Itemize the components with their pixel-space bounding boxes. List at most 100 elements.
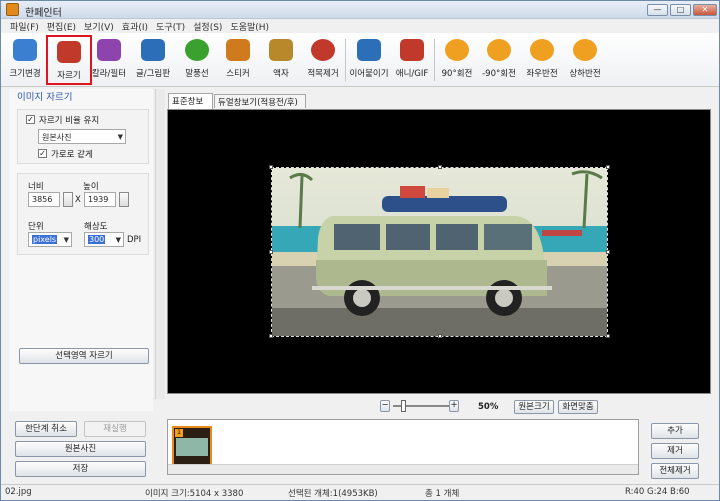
gif-icon xyxy=(400,39,424,61)
speech-bubble-icon xyxy=(185,39,209,61)
height-input[interactable]: 1939 xyxy=(84,192,116,207)
color-filter-icon xyxy=(97,39,121,61)
crop-handle[interactable] xyxy=(438,165,442,169)
photo-canvas[interactable] xyxy=(271,167,608,337)
crop-handle[interactable] xyxy=(606,165,610,169)
tool-red-eye[interactable]: 적목제거 xyxy=(303,35,343,85)
zoom-slider-thumb[interactable] xyxy=(401,400,406,412)
red-eye-icon xyxy=(311,39,335,61)
crop-icon xyxy=(57,41,81,63)
rotate-ccw-icon xyxy=(487,39,511,61)
tool-resize[interactable]: 크기변경 xyxy=(5,35,45,85)
tool-color-filter[interactable]: 칼라/필터 xyxy=(89,35,129,85)
chevron-down-icon: ▼ xyxy=(117,133,123,141)
join-icon xyxy=(357,39,381,61)
height-spinner[interactable] xyxy=(119,192,129,207)
tool-flip-horizontal[interactable]: 좌우반전 xyxy=(521,35,563,85)
toolbar-separator xyxy=(434,39,435,81)
maximize-button[interactable]: □ xyxy=(670,4,691,16)
tool-rotate-ccw[interactable]: -90°회전 xyxy=(479,35,519,85)
image-viewer[interactable] xyxy=(167,109,711,394)
tool-flip-vertical[interactable]: 상하반전 xyxy=(564,35,606,85)
thumbnail-image xyxy=(176,438,208,456)
status-total: 총 1 개체 xyxy=(425,489,460,499)
tool-frame[interactable]: 액자 xyxy=(261,35,301,85)
tool-rotate-cw[interactable]: 90°회전 xyxy=(437,35,477,85)
tool-sticker[interactable]: 스티커 xyxy=(218,35,258,85)
tab-dual-view[interactable]: 듀얼창보기(적용전/후) xyxy=(214,94,306,108)
ratio-select-value: 원본사진 xyxy=(42,133,72,142)
crop-handle[interactable] xyxy=(269,165,273,169)
ratio-select[interactable]: 원본사진 ▼ xyxy=(38,129,126,144)
zoom-level: 50% xyxy=(478,402,499,412)
save-button[interactable]: 저장 xyxy=(15,461,146,477)
tool-join[interactable]: 이어붙이기 xyxy=(347,35,391,85)
status-image-size: 이미지 크기:5104 x 3380 xyxy=(145,489,244,499)
tool-text-draw[interactable]: 글/그림판 xyxy=(132,35,174,85)
van-photo xyxy=(272,168,607,336)
minimize-button[interactable]: — xyxy=(647,4,668,16)
rotate-cw-icon xyxy=(445,39,469,61)
crop-handle[interactable] xyxy=(606,334,610,338)
remove-button[interactable]: 제거 xyxy=(651,443,699,459)
zoom-out-button[interactable]: − xyxy=(380,400,390,412)
undo-button[interactable]: 한단계 취소 xyxy=(15,421,77,437)
zoom-in-button[interactable]: + xyxy=(449,400,459,412)
close-button[interactable]: ✕ xyxy=(693,4,717,16)
menu-help[interactable]: 도움말(H) xyxy=(226,19,273,33)
chevron-down-icon: ▼ xyxy=(115,236,121,244)
size-group: 너비 높이 3856 X 1939 단위 해상도 pixels ▼ 300 ▼ … xyxy=(17,173,149,255)
tool-crop[interactable]: 자르기 xyxy=(46,35,92,85)
panel-title: 이미지 자르기 xyxy=(17,92,73,103)
width-spinner[interactable] xyxy=(63,192,73,207)
menu-settings[interactable]: 설정(S) xyxy=(189,19,226,33)
window-title: 한페인터 xyxy=(25,8,62,19)
remove-all-button[interactable]: 전체제거 xyxy=(651,463,699,479)
thumbnail-item[interactable]: 1 xyxy=(172,426,212,468)
toolbar-separator xyxy=(345,39,346,81)
crop-handle[interactable] xyxy=(269,250,273,254)
tab-standard-view[interactable]: 표준창보기 xyxy=(168,93,213,119)
redo-button[interactable]: 재실행 xyxy=(84,421,146,437)
status-selected: 선택된 개체:1(4953KB) xyxy=(288,489,378,499)
keep-ratio-label: 자르기 비율 유지 xyxy=(39,116,100,126)
thumbnail-strip: 1 xyxy=(167,419,639,475)
status-bar: 02.jpg 이미지 크기:5104 x 3380 선택된 개체:1(4953K… xyxy=(1,484,719,500)
flip-horizontal-icon xyxy=(530,39,554,61)
resolution-label: 해상도 xyxy=(84,222,108,232)
times-sign: X xyxy=(75,195,81,205)
crop-handle[interactable] xyxy=(269,334,273,338)
sticker-icon xyxy=(226,39,250,61)
menu-effect[interactable]: 효과(I) xyxy=(118,19,152,33)
status-filename: 02.jpg xyxy=(5,487,32,497)
toolbar: 크기변경 자르기 칼라/필터 글/그림판 말풍선 스티커 액자 적목제거 이어붙… xyxy=(1,33,719,87)
keep-ratio-checkbox[interactable]: ✓ xyxy=(26,115,35,124)
tool-gif[interactable]: 애니/GIF xyxy=(392,35,432,85)
original-size-button[interactable]: 원본크기 xyxy=(514,400,554,414)
menu-edit[interactable]: 편집(E) xyxy=(43,19,80,33)
resize-icon xyxy=(13,39,37,61)
menu-file[interactable]: 파일(F) xyxy=(6,19,43,33)
width-input[interactable]: 3856 xyxy=(28,192,60,207)
crop-handle[interactable] xyxy=(438,334,442,338)
landscape-checkbox[interactable]: ✓ xyxy=(38,149,47,158)
text-draw-icon xyxy=(141,39,165,61)
flip-vertical-icon xyxy=(573,39,597,61)
resolution-select[interactable]: 300 ▼ xyxy=(84,232,124,247)
tool-speech-bubble[interactable]: 말풍선 xyxy=(177,35,217,85)
panel-scrollbar[interactable] xyxy=(155,89,165,399)
crop-panel: 이미지 자르기 ✓ 자르기 비율 유지 원본사진 ▼ ✓ 가로로 같게 너비 높… xyxy=(9,89,153,411)
add-button[interactable]: 추가 xyxy=(651,423,699,439)
landscape-label: 가로로 같게 xyxy=(51,150,93,160)
thumbnail-badge: 1 xyxy=(175,429,183,437)
unit-select[interactable]: pixels ▼ xyxy=(28,232,72,247)
chevron-down-icon: ▼ xyxy=(63,236,69,244)
menu-tools[interactable]: 도구(T) xyxy=(152,19,189,33)
crop-selection-button[interactable]: 선택영역 자르기 xyxy=(19,348,149,364)
status-color: R:40 G:24 B:60 xyxy=(625,487,690,497)
original-photo-button[interactable]: 원본사진 xyxy=(15,441,146,457)
menu-view[interactable]: 보기(V) xyxy=(80,19,118,33)
crop-handle[interactable] xyxy=(606,250,610,254)
thumbnail-scrollbar[interactable] xyxy=(168,464,638,474)
fit-window-button[interactable]: 화면맞춤 xyxy=(558,400,598,414)
